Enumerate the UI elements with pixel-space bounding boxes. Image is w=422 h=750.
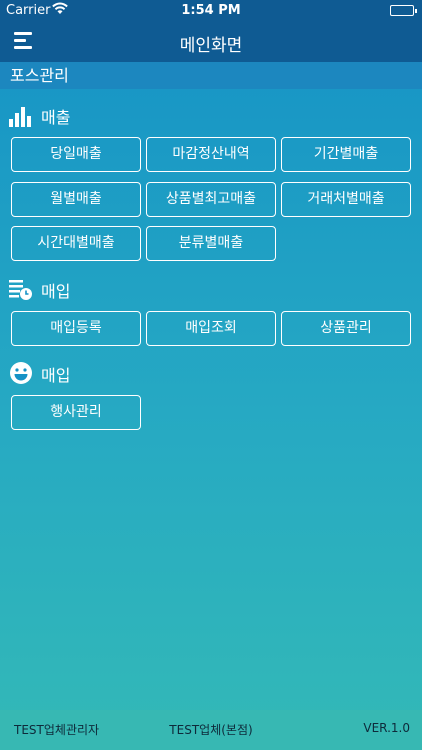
smiley-icon (9, 362, 35, 385)
section-title: 포스관리 (0, 62, 422, 89)
battery-icon (390, 5, 417, 16)
bar-chart-icon (9, 105, 35, 127)
group-title: 매출 (41, 108, 71, 127)
button-top-product-sales[interactable]: 상품별최고매출 (146, 182, 276, 217)
footer-store: TEST업체(본점) (169, 723, 253, 737)
button-category-sales[interactable]: 분류별매출 (146, 226, 276, 261)
status-time: 1:54 PM (181, 3, 241, 18)
button-vendor-sales[interactable]: 거래처별매출 (281, 182, 411, 217)
status-bar: Carrier 1:54 PM (0, 0, 422, 22)
button-event-management[interactable]: 행사관리 (11, 395, 141, 430)
button-purchase-register[interactable]: 매입등록 (11, 311, 141, 346)
group-heading-purchase: 매입 (9, 278, 70, 302)
button-purchase-inquiry[interactable]: 매입조회 (146, 311, 276, 346)
document-clock-icon (9, 279, 35, 301)
page-title: 메인화면 (179, 36, 243, 56)
button-hourly-sales[interactable]: 시간대별매출 (11, 226, 141, 261)
group-heading-event: 매입 (9, 362, 70, 386)
footer: TEST업체관리자 TEST업체(본점) VER.1.0 (0, 710, 422, 750)
button-closing-settlement[interactable]: 마감정산내역 (146, 137, 276, 172)
button-daily-sales[interactable]: 당일매출 (11, 137, 141, 172)
button-period-sales[interactable]: 기간별매출 (281, 137, 411, 172)
group-title: 매입 (41, 366, 71, 385)
button-product-management[interactable]: 상품관리 (281, 311, 411, 346)
button-monthly-sales[interactable]: 월별매출 (11, 182, 141, 217)
nav-bar: 메인화면 (0, 22, 422, 62)
footer-version: VER.1.0 (363, 721, 410, 735)
group-heading-sales: 매출 (9, 104, 70, 128)
group-title: 매입 (41, 282, 71, 301)
